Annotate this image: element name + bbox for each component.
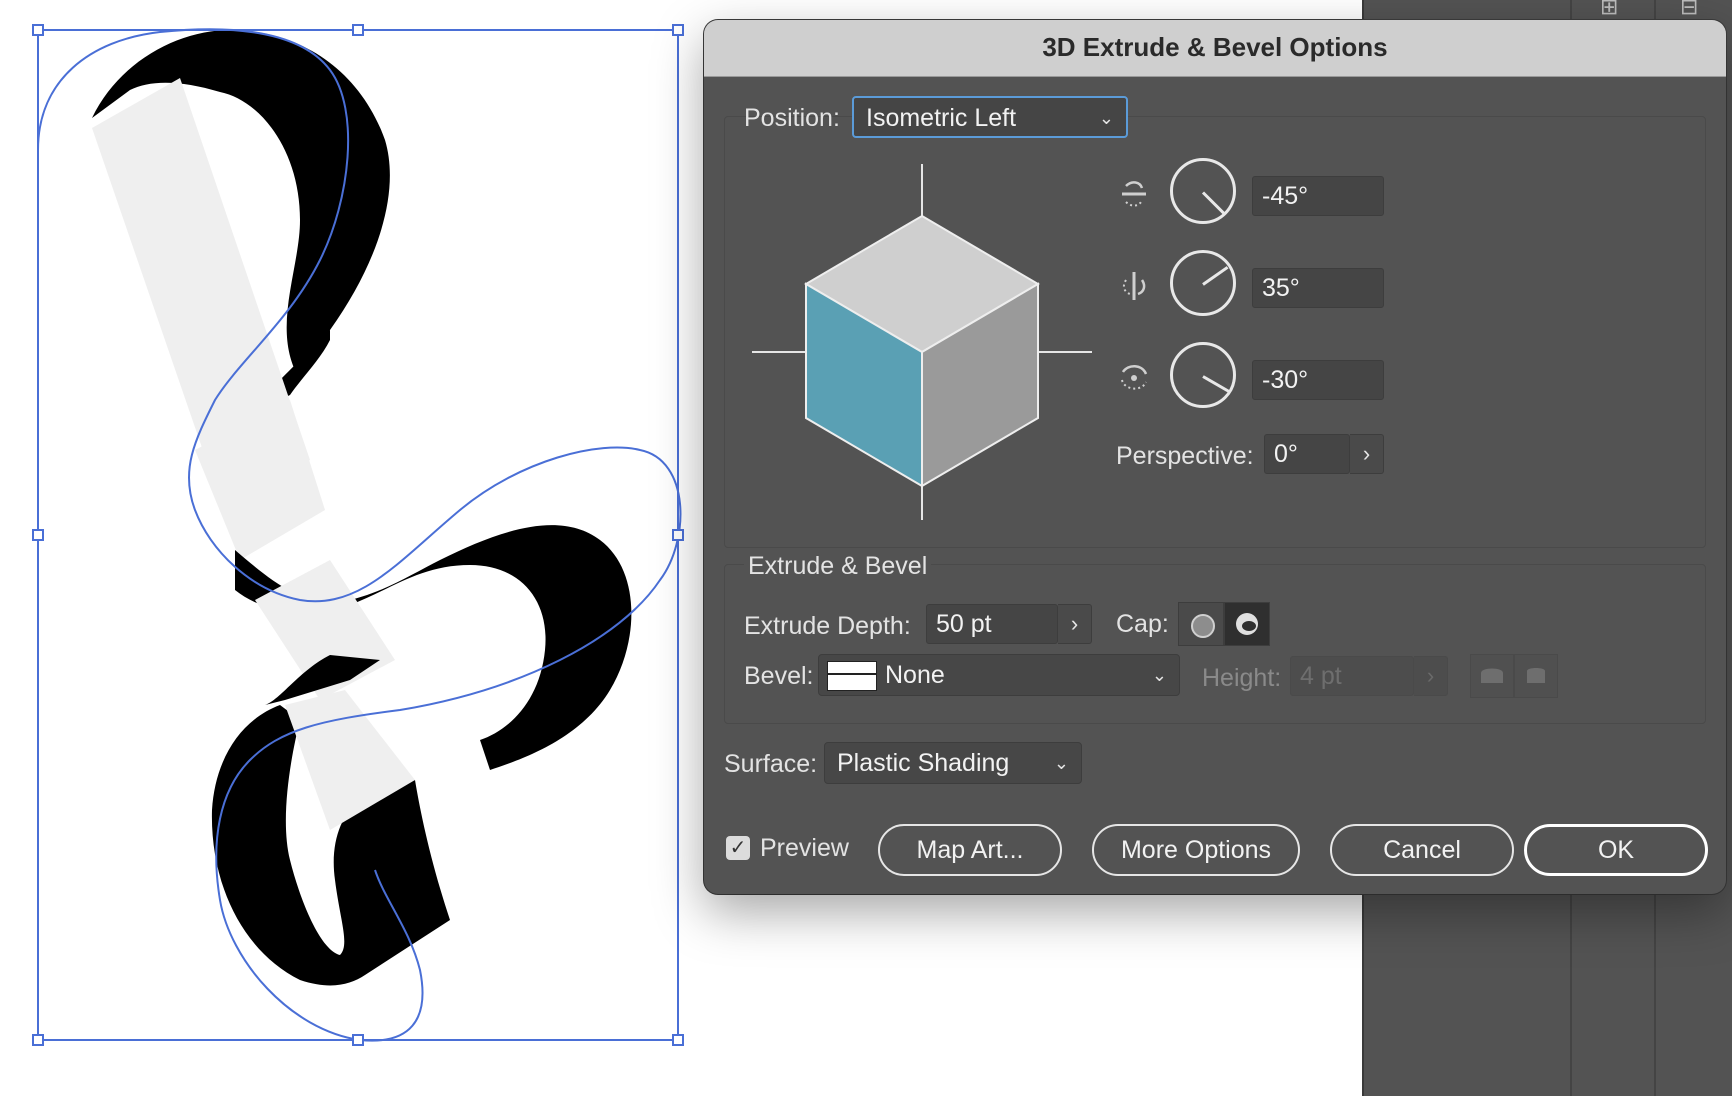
map-art-button[interactable]: Map Art... [878,824,1062,876]
bevel-in-button[interactable] [1514,654,1558,698]
chevron-down-icon: ⌄ [1098,108,1114,128]
perspective-field[interactable]: 0° [1264,434,1350,474]
rotate-x-axis-icon [1122,181,1146,207]
rotate-z-axis-icon [1121,365,1148,390]
cap-off-icon [1236,613,1258,635]
extrude-bevel-section-label: Extrude & Bevel [744,552,932,581]
bevel-value: None [885,661,945,689]
character-panel-icon[interactable]: ⊞ [1600,0,1618,20]
extrude-depth-arrow-icon[interactable]: › [1058,604,1092,644]
dialog-title: 3D Extrude & Bevel Options [1042,32,1388,62]
rotation-cube[interactable] [748,160,1100,530]
y-rotation-dial[interactable] [1170,250,1236,316]
position-select[interactable]: Isometric Left ⌄ [852,96,1128,138]
chevron-down-icon: ⌄ [1151,665,1167,685]
height-arrow-icon[interactable]: › [1414,656,1448,696]
cap-label: Cap: [1116,610,1169,638]
preview-checkbox[interactable]: ✓ [726,836,750,860]
bevel-out-icon [1481,668,1503,683]
surface-select[interactable]: Plastic Shading ⌄ [824,742,1082,784]
y-angle-field[interactable]: 35° [1252,268,1384,308]
align-panel-icon[interactable]: ⊟ [1680,0,1698,20]
surface-value: Plastic Shading [837,749,1010,777]
cap-off-button[interactable] [1224,602,1270,646]
position-value: Isometric Left [866,104,1017,132]
dialog-titlebar[interactable]: 3D Extrude & Bevel Options [704,20,1726,77]
extrude-depth-label: Extrude Depth: [744,612,911,640]
x-angle-field[interactable]: -45° [1252,176,1384,216]
bevel-preview-swatch [827,661,877,691]
extrude-bevel-dialog: 3D Extrude & Bevel Options Position: Iso… [704,20,1726,894]
cancel-button[interactable]: Cancel [1330,824,1514,876]
preview-label: Preview [760,834,849,862]
z-rotation-dial[interactable] [1170,342,1236,408]
z-angle-field[interactable]: -30° [1252,360,1384,400]
chevron-down-icon: ⌄ [1053,753,1069,773]
extrude-depth-field[interactable]: 50 pt [926,604,1058,644]
bevel-in-icon [1527,668,1545,683]
position-label: Position: [744,104,840,132]
perspective-arrow-icon[interactable]: › [1350,434,1384,474]
height-label: Height: [1202,664,1282,692]
x-rotation-dial[interactable] [1170,158,1236,224]
bevel-select[interactable]: None ⌄ [818,654,1180,696]
bevel-label: Bevel: [744,662,814,690]
height-field[interactable]: 4 pt [1290,656,1414,696]
ok-button[interactable]: OK [1524,824,1708,876]
rotate-y-axis-icon [1122,272,1146,300]
cap-on-button[interactable] [1178,602,1224,646]
surface-label: Surface: [724,750,818,778]
perspective-label: Perspective: [1116,442,1254,470]
cap-on-icon [1191,614,1215,638]
more-options-button[interactable]: More Options [1092,824,1300,876]
bevel-out-button[interactable] [1470,654,1514,698]
